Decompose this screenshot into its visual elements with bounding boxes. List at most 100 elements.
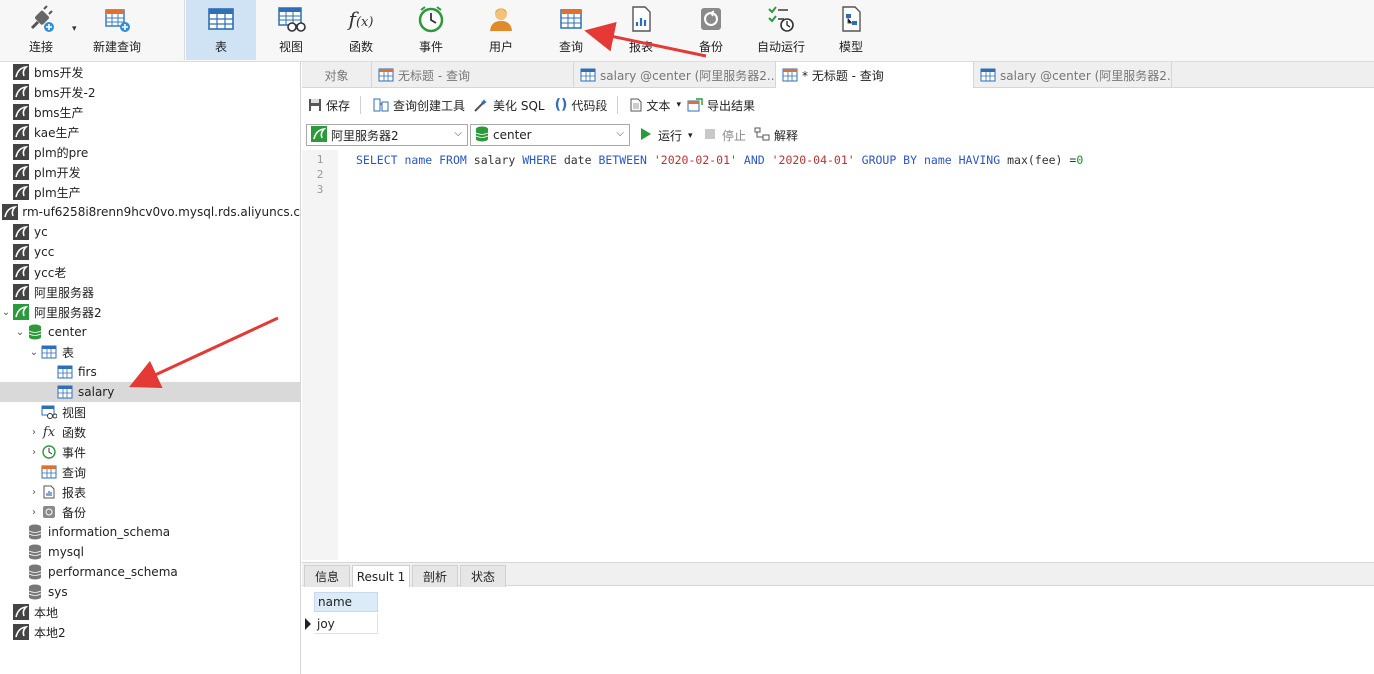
tree-item-connection[interactable]: plm开发 [0,162,300,182]
beautify-sql-button[interactable]: 美化 SQL [473,97,545,114]
tab-result-1[interactable]: Result 1 [352,565,410,587]
tree-item-table[interactable]: salary [0,382,300,402]
tree-item-connection[interactable]: 阿里服务器 [0,282,300,302]
sql-keyword: GROUP BY [861,153,918,167]
tree-item-group[interactable]: › 事件 [0,442,300,462]
tree-item-label: 阿里服务器2 [34,305,102,320]
tree-item-connection[interactable]: plm生产 [0,182,300,202]
connect-button[interactable]: 连接 [14,0,68,60]
backup-button[interactable]: 备份 [676,0,746,60]
tab-result-label: Result 1 [356,569,406,584]
tree-item-connection[interactable]: bms开发 [0,62,300,82]
code-snippet-button[interactable]: () 代码段 [555,97,608,114]
auto-run-button[interactable]: 自动运行 [752,0,810,60]
function-button[interactable]: f(x) 函数 [326,0,396,60]
tree-item-group[interactable]: › 报表 [0,482,300,502]
tree-item-database[interactable]: mysql [0,542,300,562]
tree-item-label: rm-uf6258i8renn9hcv0vo.mysql.rds.aliyunc… [22,205,300,219]
chevron-right-icon[interactable]: › [28,447,40,458]
connection-select[interactable]: 阿里服务器2 ⌵ [306,124,468,146]
tree-item-database-center[interactable]: ⌄ center [0,322,300,342]
tab-profile[interactable]: 剖析 [412,565,458,587]
mysql-connection-icon [12,144,30,160]
tree-item-table[interactable]: firs [0,362,300,382]
tab-status-label: 状态 [470,570,495,584]
tree-item-label: 备份 [62,505,87,520]
tree-item-group[interactable]: › 备份 [0,502,300,522]
line-number: 2 [316,168,324,181]
query-builder-button[interactable]: 查询创建工具 [373,97,465,114]
tree-item-label: plm的pre [34,145,89,160]
user-button[interactable]: 用户 [466,0,536,60]
tree-item-connection[interactable]: kae生产 [0,122,300,142]
sql-editor[interactable]: 1 2 3 SELECT name FROM salary WHERE date… [302,150,1374,560]
tree-item-connection[interactable]: plm的pre [0,142,300,162]
chevron-down-icon[interactable]: ⌄ [14,327,26,338]
chevron-down-icon[interactable]: ▾ [676,100,681,110]
stop-button[interactable]: 停止 [704,127,746,144]
tab-bar: 对象 无标题 - 查询 salary @center (阿里服务器2... * … [302,62,1374,88]
connect-dropdown-icon[interactable]: ▾ [72,24,77,34]
tree-item-database[interactable]: performance_schema [0,562,300,582]
database-icon [26,544,44,560]
table-button[interactable]: 表 [186,0,256,60]
view-icon [40,404,58,420]
tree-item-connection[interactable]: ycc老 [0,262,300,282]
tree-item-label: 本地2 [34,625,66,640]
tree-item-connection[interactable]: bms开发-2 [0,82,300,102]
tree-item-group[interactable]: 查询 [0,462,300,482]
tab-objects[interactable]: 对象 [302,62,372,88]
tab-salary-table-1[interactable]: salary @center (阿里服务器2... [574,62,776,88]
chevron-down-icon: ⌵ [454,128,462,139]
tree-item-label: 报表 [62,485,87,500]
tree-item-connection[interactable]: yc [0,222,300,242]
tree-item-connection-open[interactable]: ⌄ 阿里服务器2 [0,302,300,322]
tree-item-label: yc [34,225,48,239]
mysql-connection-icon [12,104,30,120]
export-results-button[interactable]: 导出结果 [687,97,755,114]
tree-item-label: 本地 [34,605,59,620]
sql-keyword: WHERE [522,153,557,167]
tree-item-connection[interactable]: 本地 [0,602,300,622]
column-header-name[interactable]: name [314,592,378,612]
query-button[interactable]: 查询 [536,0,606,60]
chevron-down-icon[interactable]: ⌄ [0,307,12,318]
tree-item-connection[interactable]: bms生产 [0,102,300,122]
tab-salary-table-2[interactable]: salary @center (阿里服务器2... [974,62,1172,88]
tree-item-group[interactable]: › fx 函数 [0,422,300,442]
text-button[interactable]: 文本 ▾ [630,97,681,114]
view-button[interactable]: 视图 [256,0,326,60]
model-icon [836,4,866,34]
report-button[interactable]: 报表 [606,0,676,60]
chevron-right-icon[interactable]: › [28,507,40,518]
line-number-gutter: 1 2 3 [302,150,338,560]
report-icon [626,4,656,34]
tab-info[interactable]: 信息 [304,565,350,587]
new-query-button[interactable]: 新建查询 [88,0,146,60]
tree-item-connection[interactable]: ycc [0,242,300,262]
sql-expression: max(fee) [1007,153,1063,167]
tree-item-group[interactable]: 视图 [0,402,300,422]
tab-status[interactable]: 状态 [460,565,506,587]
chevron-right-icon[interactable]: › [28,427,40,438]
tree-item-database[interactable]: information_schema [0,522,300,542]
table-cell[interactable]: joy [314,614,378,634]
tab-untitled-query-1[interactable]: 无标题 - 查询 [372,62,574,88]
chevron-right-icon[interactable]: › [28,487,40,498]
explain-button[interactable]: 解释 [754,127,798,144]
editor-toolbar: 保存 查询创建工具 美化 SQL () 代码段 文本 ▾ 导出结果 [302,90,1374,120]
tree-item-connection[interactable]: 本地2 [0,622,300,642]
run-button[interactable]: 运行 ▾ [640,127,693,144]
tab-untitled-query-active[interactable]: * 无标题 - 查询 [776,62,974,88]
tree-item-connection[interactable]: rm-uf6258i8renn9hcv0vo.mysql.rds.aliyunc… [0,202,300,222]
chevron-down-icon[interactable]: ▾ [688,131,693,141]
query-icon [40,464,58,480]
tree-item-tables-group[interactable]: ⌄ 表 [0,342,300,362]
tree-item-label: ycc [34,245,55,259]
save-button[interactable]: 保存 [308,97,350,114]
chevron-down-icon[interactable]: ⌄ [28,347,40,358]
tree-item-database[interactable]: sys [0,582,300,602]
model-button[interactable]: 模型 [816,0,886,60]
database-select[interactable]: center ⌵ [470,124,630,146]
event-button[interactable]: 事件 [396,0,466,60]
